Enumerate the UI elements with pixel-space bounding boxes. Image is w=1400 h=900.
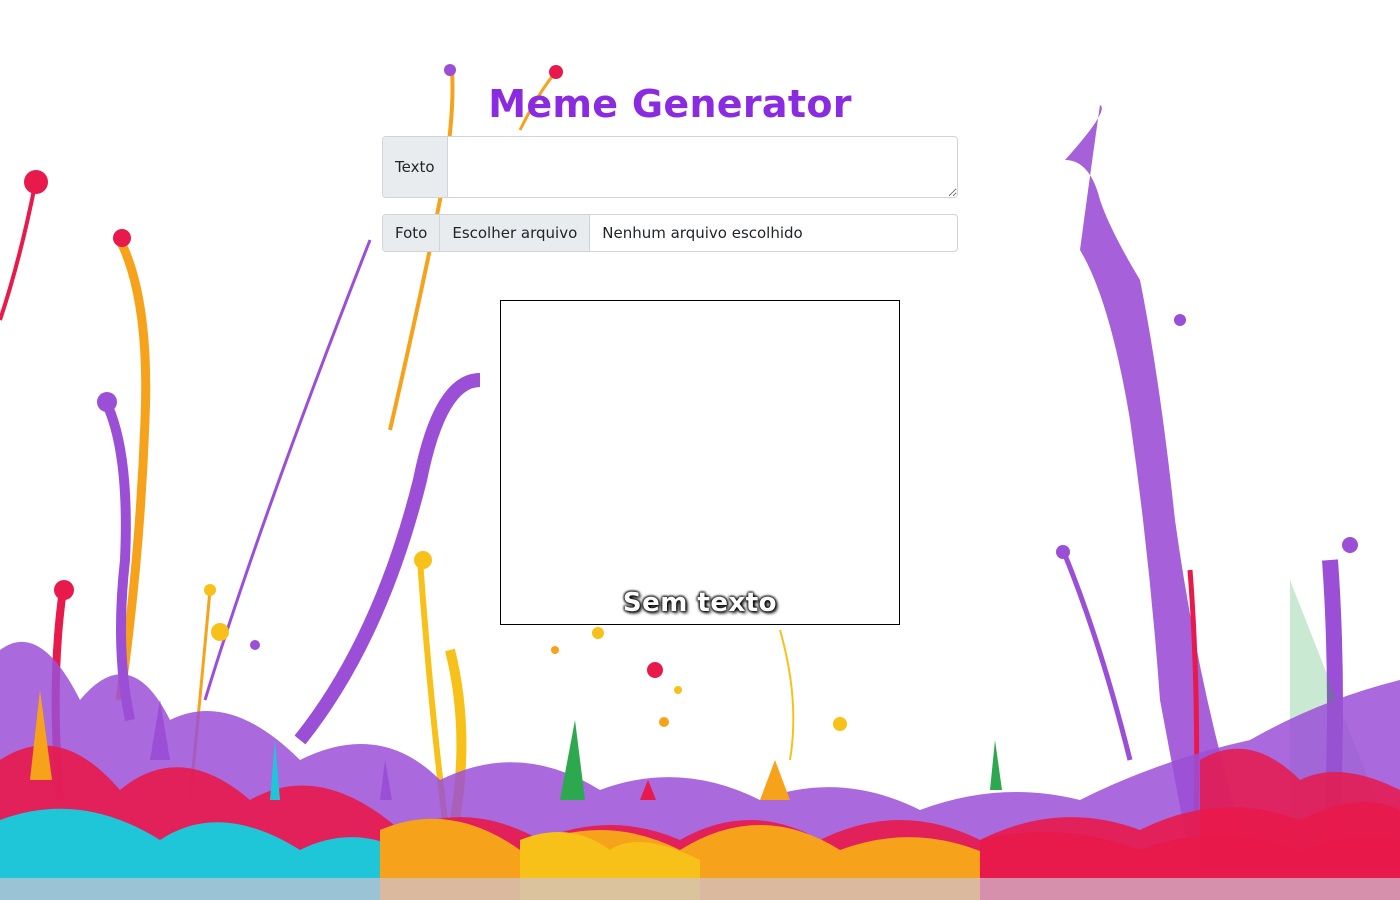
choose-file-button[interactable]: Escolher arquivo bbox=[440, 215, 591, 251]
meme-form: Meme Generator Texto Foto Escolher arqui… bbox=[382, 80, 958, 252]
page-title: Meme Generator bbox=[488, 82, 852, 126]
meme-preview: Sem texto bbox=[500, 300, 900, 625]
file-input-group: Foto Escolher arquivo Nenhum arquivo esc… bbox=[382, 214, 958, 252]
file-status: Nenhum arquivo escolhido bbox=[602, 224, 803, 242]
text-label: Texto bbox=[383, 137, 448, 197]
text-input[interactable] bbox=[447, 137, 957, 197]
text-input-group: Texto bbox=[382, 136, 958, 198]
meme-caption: Sem texto bbox=[622, 588, 778, 618]
photo-label: Foto bbox=[383, 215, 441, 251]
